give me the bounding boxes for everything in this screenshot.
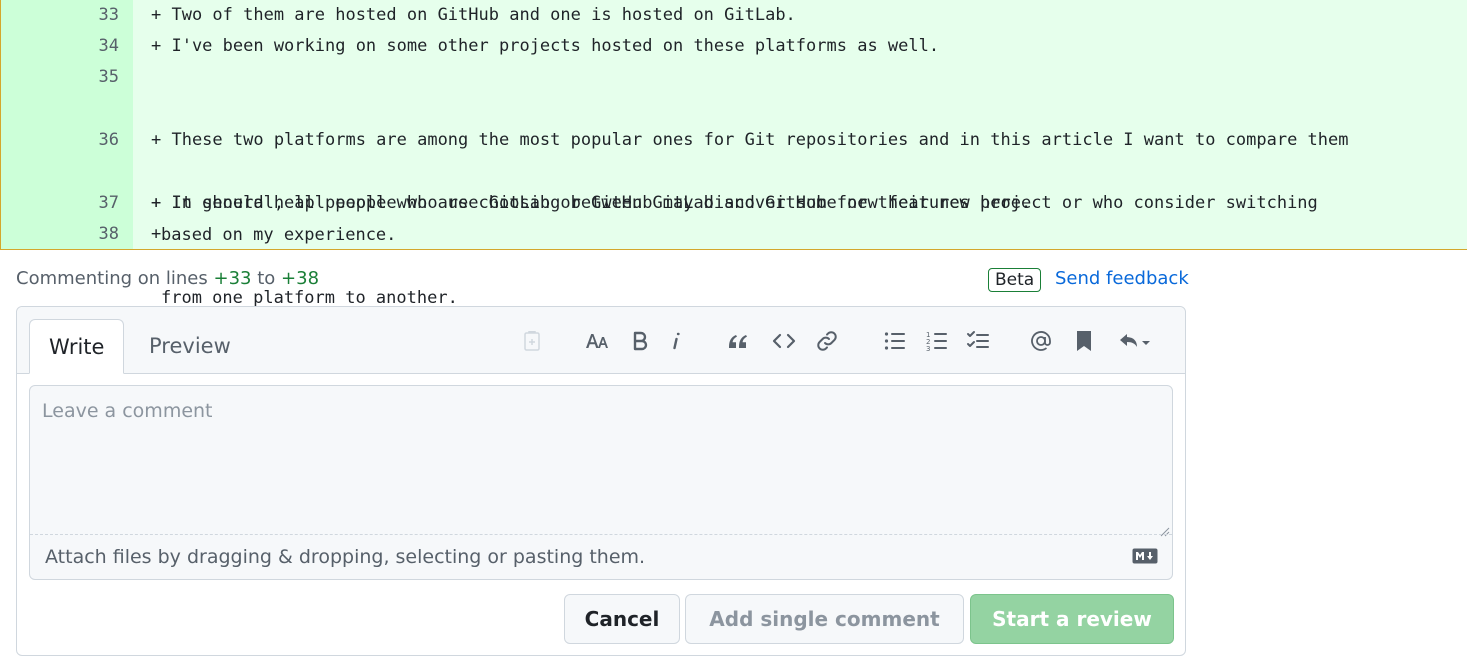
saved-reply-icon[interactable] <box>517 325 547 357</box>
comment-editor: Attach files by dragging & dropping, sel… <box>29 385 1173 580</box>
line-number[interactable]: 37 <box>1 188 119 219</box>
markdown-icon[interactable] <box>1132 548 1158 568</box>
heading-icon[interactable] <box>582 325 612 357</box>
diff-code: + I've been working on some other projec… <box>151 36 940 56</box>
line-range-to: to <box>257 268 276 289</box>
mention-icon[interactable] <box>1026 325 1056 357</box>
task-list-icon[interactable] <box>963 325 993 357</box>
link-icon[interactable] <box>812 325 842 357</box>
tab-preview[interactable]: Preview <box>130 319 250 374</box>
beta-badge: Beta <box>988 268 1042 292</box>
line-range-end: +38 <box>281 268 320 289</box>
start-review-button[interactable]: Start a review <box>970 594 1174 644</box>
diff-hunk: 33 + Two of them are hosted on GitHub an… <box>0 0 1467 308</box>
commenting-prefix: Commenting on lines <box>16 268 208 289</box>
quote-icon[interactable] <box>723 325 753 357</box>
line-number[interactable]: 36 <box>1 125 119 156</box>
diff-code: + <box>151 224 162 244</box>
italic-icon[interactable] <box>662 325 692 357</box>
code-icon[interactable] <box>769 325 799 357</box>
reference-icon[interactable] <box>1069 325 1099 357</box>
reply-icon[interactable] <box>1115 325 1155 357</box>
tab-write[interactable]: Write <box>29 319 125 374</box>
comment-form: Write Preview 123 Leave a comment Attach… <box>16 306 1186 656</box>
line-number[interactable]: 34 <box>1 31 119 62</box>
line-range-start: +33 <box>213 268 252 289</box>
comment-toolbar: Write Preview 123 <box>17 307 1185 374</box>
svg-text:3: 3 <box>926 345 930 353</box>
line-number[interactable]: 33 <box>1 0 119 31</box>
ordered-list-icon[interactable]: 123 <box>922 325 952 357</box>
bold-icon[interactable] <box>625 325 655 357</box>
diff-code: + In general, all people who use GitLab … <box>151 193 1032 213</box>
unordered-list-icon[interactable] <box>880 325 910 357</box>
line-number[interactable]: 38 <box>1 219 119 250</box>
comment-input[interactable] <box>30 386 1172 534</box>
attach-files-text: Attach files by dragging & dropping, sel… <box>45 546 646 568</box>
cancel-button[interactable]: Cancel <box>564 594 680 644</box>
line-number[interactable]: 35 <box>1 62 119 93</box>
send-feedback-link[interactable]: Send feedback <box>1055 268 1189 289</box>
attach-files-area[interactable]: Attach files by dragging & dropping, sel… <box>30 534 1172 580</box>
add-single-comment-button[interactable]: Add single comment <box>685 594 964 644</box>
diff-code: + Two of them are hosted on GitHub and o… <box>151 5 796 25</box>
commenting-on-lines: Commenting on lines +33 to +38 <box>16 268 319 289</box>
